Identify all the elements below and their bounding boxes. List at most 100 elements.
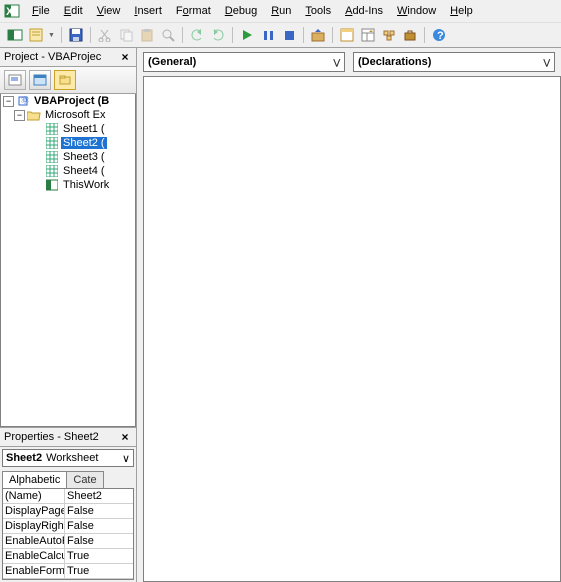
tree-workbook-item[interactable]: ThisWork <box>1 178 135 192</box>
menu-window[interactable]: Window <box>391 3 442 19</box>
tab-categorized[interactable]: Cate <box>66 471 103 488</box>
view-code-button[interactable] <box>4 70 26 90</box>
insert-dropdown-icon[interactable]: ▼ <box>48 32 56 39</box>
run-button[interactable] <box>238 26 256 44</box>
toggle-folders-button[interactable] <box>54 70 76 90</box>
menu-format[interactable]: Format <box>170 3 217 19</box>
tree-root-label: VBAProject (B <box>32 95 111 107</box>
vbaproject-icon: ⚛ <box>16 95 30 107</box>
object-browser-button[interactable] <box>380 26 398 44</box>
property-value[interactable]: True <box>65 564 133 578</box>
chevron-down-icon: ∨ <box>122 452 130 465</box>
code-pane: (General) ⋁ (Declarations) ⋁ wsxdn.com <box>137 48 561 582</box>
copy-button[interactable] <box>117 26 135 44</box>
menu-tools[interactable]: Tools <box>299 3 337 19</box>
tree-item-label: Sheet3 ( <box>61 151 107 163</box>
tree-item-label: Sheet1 ( <box>61 123 107 135</box>
find-button[interactable] <box>159 26 177 44</box>
properties-object-type: Worksheet <box>46 452 98 464</box>
tree-item-label: ThisWork <box>61 179 111 191</box>
properties-object-name: Sheet2 <box>6 452 42 464</box>
svg-text:?: ? <box>437 30 444 42</box>
design-mode-button[interactable] <box>309 26 327 44</box>
svg-text:X: X <box>6 6 14 18</box>
project-panel-label: Project - VBAProjec <box>4 51 101 63</box>
menu-edit[interactable]: Edit <box>58 3 89 19</box>
properties-window-button[interactable] <box>359 26 377 44</box>
properties-panel-close-icon[interactable]: × <box>118 430 132 444</box>
collapse-icon[interactable]: − <box>14 110 25 121</box>
paste-button[interactable] <box>138 26 156 44</box>
property-name: DisplayPage <box>3 504 65 518</box>
collapse-icon[interactable]: − <box>3 96 14 107</box>
excel-icon: X <box>4 3 20 19</box>
tree-sheet-item[interactable]: Sheet3 ( <box>1 150 135 164</box>
menubar: X File Edit View Insert Format Debug Run… <box>0 0 561 23</box>
chevron-down-icon: ⋁ <box>543 58 550 67</box>
properties-tabs: Alphabetic Cate <box>2 471 134 488</box>
menu-debug[interactable]: Debug <box>219 3 263 19</box>
object-selector-value: (General) <box>148 56 196 68</box>
tree-item-label: Sheet4 ( <box>61 165 107 177</box>
tree-root[interactable]: − ⚛ VBAProject (B <box>1 94 135 108</box>
property-value[interactable]: True <box>65 549 133 563</box>
properties-panel: Properties - Sheet2 × Sheet2Worksheet ∨ … <box>0 427 136 582</box>
project-tree[interactable]: − ⚛ VBAProject (B − Microsoft Ex Sheet1 … <box>0 94 136 427</box>
project-panel-title: Project - VBAProjec × <box>0 48 136 67</box>
property-name: EnableForm <box>3 564 65 578</box>
property-name: (Name) <box>3 489 65 503</box>
worksheet-icon <box>45 165 59 177</box>
property-row[interactable]: DisplayRightFalse <box>3 519 133 534</box>
insert-module-button[interactable] <box>27 26 45 44</box>
property-row[interactable]: EnableCalcuTrue <box>3 549 133 564</box>
cut-button[interactable] <box>96 26 114 44</box>
worksheet-icon <box>45 137 59 149</box>
property-value[interactable]: Sheet2 <box>65 489 133 503</box>
break-button[interactable] <box>259 26 277 44</box>
tab-alphabetic[interactable]: Alphabetic <box>2 471 67 488</box>
view-object-button[interactable] <box>29 70 51 90</box>
property-row[interactable]: (Name)Sheet2 <box>3 489 133 504</box>
folder-open-icon <box>27 110 41 121</box>
menu-view[interactable]: View <box>91 3 127 19</box>
property-value[interactable]: False <box>65 519 133 533</box>
tree-folder-label: Microsoft Ex <box>43 109 108 121</box>
reset-button[interactable] <box>280 26 298 44</box>
workbook-icon <box>45 179 59 191</box>
property-name: EnableCalcu <box>3 549 65 563</box>
tree-sheet-item[interactable]: Sheet4 ( <box>1 164 135 178</box>
property-row[interactable]: DisplayPageFalse <box>3 504 133 519</box>
project-panel-close-icon[interactable]: × <box>118 50 132 64</box>
help-button[interactable]: ? <box>430 26 448 44</box>
view-excel-button[interactable] <box>6 26 24 44</box>
property-value[interactable]: False <box>65 504 133 518</box>
toolbox-button[interactable] <box>401 26 419 44</box>
property-value[interactable]: False <box>65 534 133 548</box>
tree-sheet-item[interactable]: Sheet1 ( <box>1 122 135 136</box>
property-name: DisplayRight <box>3 519 65 533</box>
svg-text:⚛: ⚛ <box>20 95 30 107</box>
object-selector-dropdown[interactable]: (General) ⋁ <box>143 52 345 72</box>
worksheet-icon <box>45 151 59 163</box>
procedure-selector-dropdown[interactable]: (Declarations) ⋁ <box>353 52 555 72</box>
properties-grid[interactable]: (Name)Sheet2 DisplayPageFalse DisplayRig… <box>2 488 134 580</box>
project-panel-toolbar <box>0 67 136 94</box>
project-explorer-button[interactable] <box>338 26 356 44</box>
menu-insert[interactable]: Insert <box>128 3 168 19</box>
menu-file[interactable]: File <box>26 3 56 19</box>
tree-item-label: Sheet2 ( <box>61 137 107 149</box>
properties-object-dropdown[interactable]: Sheet2 Worksheet ∨ <box>2 449 134 467</box>
menu-addins[interactable]: Add-Ins <box>339 3 389 19</box>
undo-button[interactable] <box>188 26 206 44</box>
code-editor[interactable]: wsxdn.com <box>143 76 561 582</box>
redo-button[interactable] <box>209 26 227 44</box>
properties-panel-title: Properties - Sheet2 × <box>0 428 136 447</box>
procedure-selector-value: (Declarations) <box>358 56 431 68</box>
save-button[interactable] <box>67 26 85 44</box>
tree-folder[interactable]: − Microsoft Ex <box>1 108 135 122</box>
property-row[interactable]: EnableAutoFFalse <box>3 534 133 549</box>
menu-run[interactable]: Run <box>265 3 297 19</box>
menu-help[interactable]: Help <box>444 3 479 19</box>
tree-sheet-item[interactable]: Sheet2 ( <box>1 136 135 150</box>
property-row[interactable]: EnableFormTrue <box>3 564 133 579</box>
